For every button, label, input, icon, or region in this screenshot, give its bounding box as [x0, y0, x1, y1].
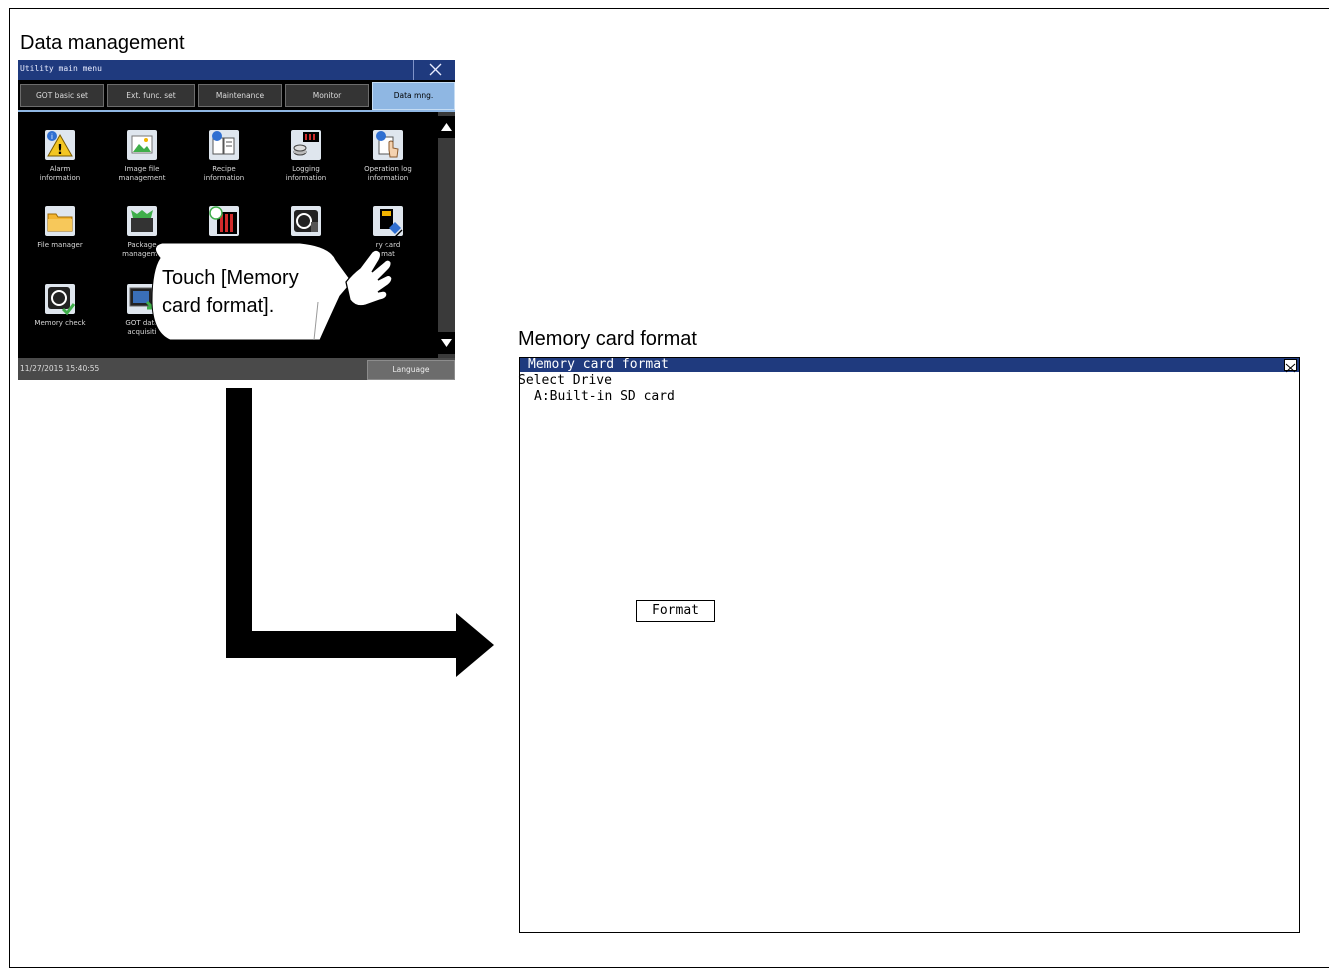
memory-card-format-caption: Memory card format	[518, 328, 697, 350]
memory-card-format-title: Memory card format	[528, 357, 669, 372]
close-button[interactable]	[1284, 359, 1297, 373]
select-drive-label: Select Drive	[518, 373, 612, 388]
memory-card-format-title-bar: Memory card format	[520, 357, 1299, 373]
drive-option[interactable]: A:Built-in SD card	[534, 389, 675, 404]
close-icon	[1285, 363, 1296, 373]
format-button[interactable]: Format	[636, 600, 715, 622]
memory-card-format-window: Memory card format Select Drive A:Built-…	[518, 357, 1300, 933]
